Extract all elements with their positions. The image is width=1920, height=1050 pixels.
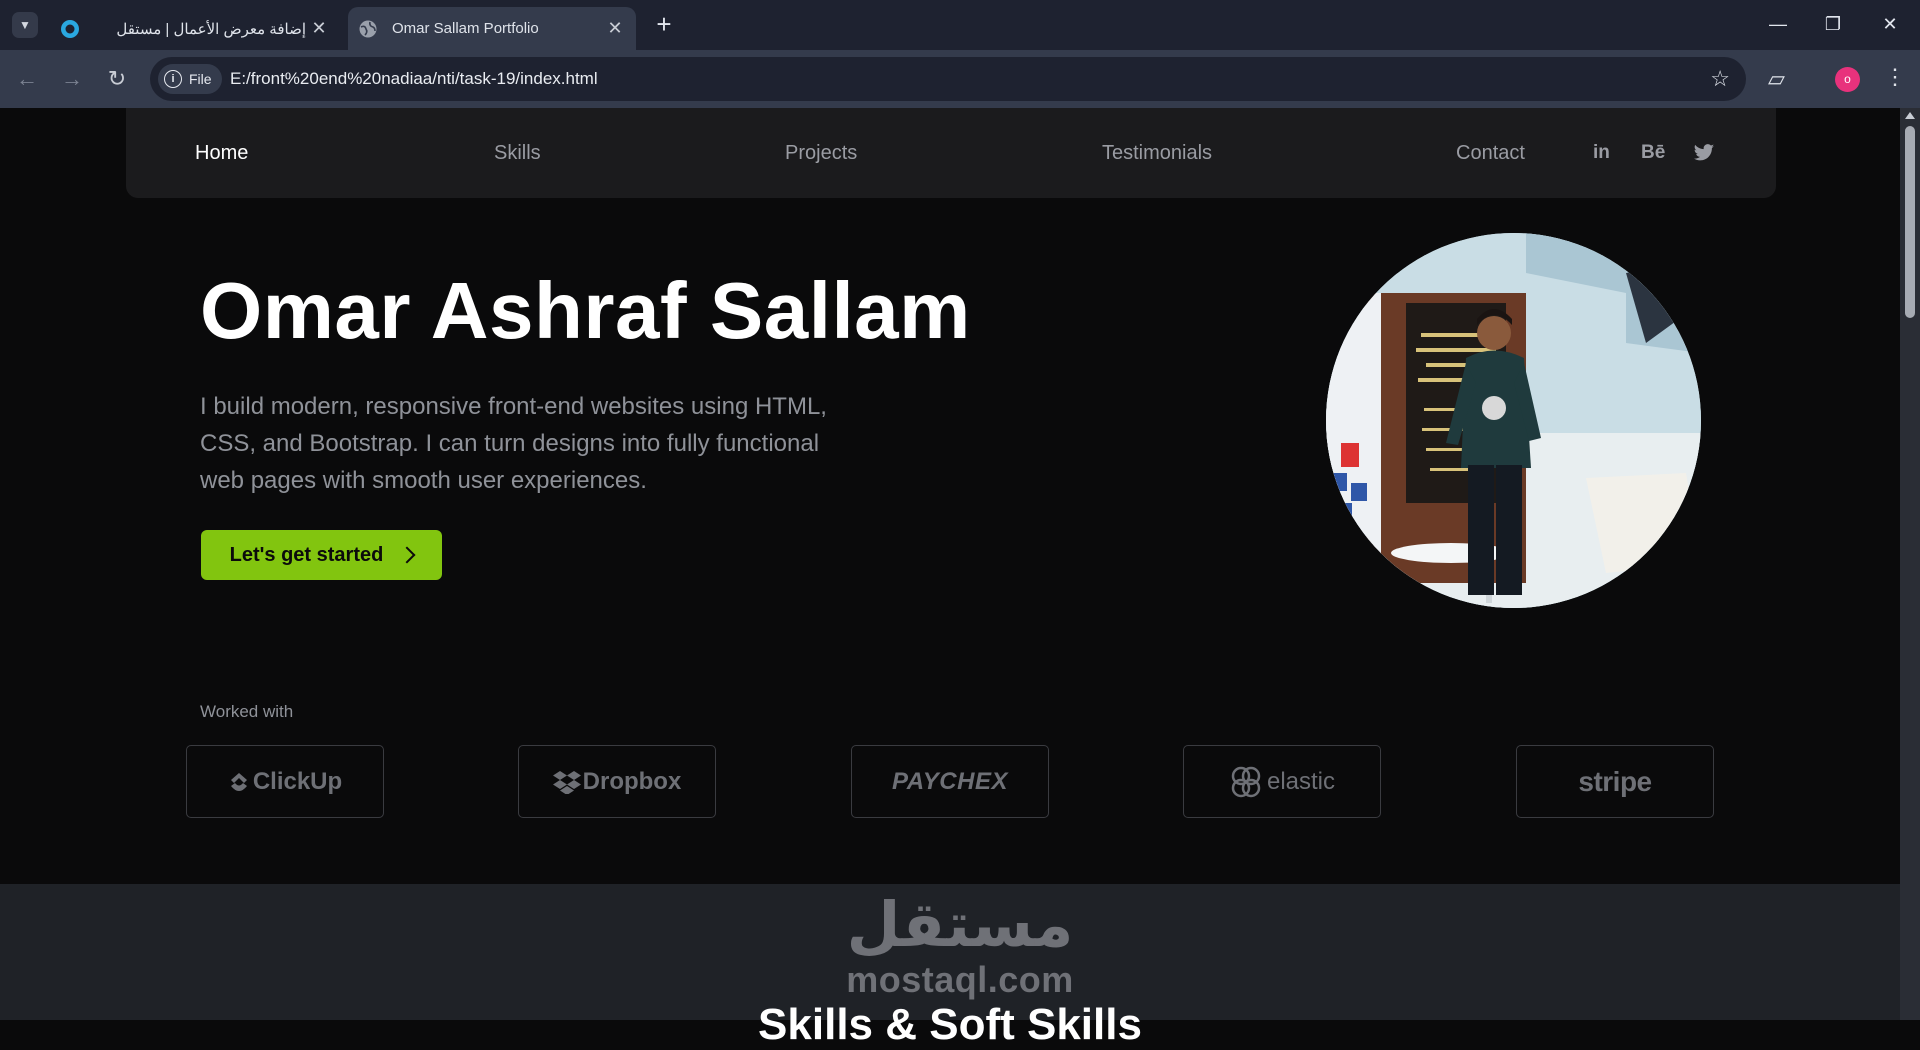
window-close-icon[interactable]: ✕ — [1870, 8, 1910, 40]
stripe-logo-card: stripe — [1516, 745, 1714, 818]
watermark-arabic: مستقل — [846, 888, 1074, 961]
scroll-thumb[interactable] — [1905, 126, 1915, 318]
browser-tab-strip: ▼ إضافة معرض الأعمال | مستقل ✕ Omar Sall… — [0, 0, 1920, 50]
elastic-logo-card: elastic — [1183, 745, 1381, 818]
scroll-up-arrow-icon[interactable] — [1905, 112, 1915, 119]
address-bar[interactable]: i File E:/front%20end%20nadiaa/nti/task-… — [150, 57, 1746, 101]
profile-photo — [1326, 233, 1701, 608]
nav-link-testimonials[interactable]: Testimonials — [1102, 142, 1212, 165]
clickup-wordmark: ClickUp — [252, 767, 343, 795]
nav-link-projects[interactable]: Projects — [785, 142, 857, 165]
new-tab-icon[interactable]: + — [650, 10, 678, 40]
dropbox-logo-card: Dropbox — [518, 745, 716, 818]
dropbox-wordmark: Dropbox — [582, 767, 682, 795]
tab-portfolio[interactable]: Omar Sallam Portfolio ✕ — [348, 7, 636, 50]
behance-icon[interactable]: Bē — [1641, 142, 1665, 164]
globe-icon — [359, 20, 377, 37]
forward-arrow-icon[interactable]: → — [57, 64, 87, 94]
paychex-logo-card: PAYCHEX — [851, 745, 1049, 818]
page-scrollbar[interactable] — [1900, 108, 1920, 1020]
get-started-label: Let's get started — [229, 543, 384, 566]
nav-link-home[interactable]: Home — [195, 142, 248, 165]
nav-link-skills[interactable]: Skills — [494, 142, 541, 165]
tab-mostaql[interactable]: إضافة معرض الأعمال | مستقل ✕ — [50, 7, 340, 50]
profile-avatar[interactable]: o — [1835, 67, 1860, 92]
skills-section-heading: Skills & Soft Skills — [758, 1000, 1142, 1049]
stripe-wordmark: stripe — [1578, 765, 1652, 797]
close-tab-icon[interactable]: ✕ — [306, 18, 332, 39]
minimize-icon[interactable]: — — [1758, 8, 1798, 40]
browser-toolbar: ← → ↻ i File E:/front%20end%20nadiaa/nti… — [0, 50, 1920, 108]
mostaql-favicon-icon — [61, 19, 79, 38]
clickup-logo-card: ClickUp — [186, 745, 384, 818]
elastic-icon — [1231, 766, 1261, 797]
site-info-chip[interactable]: i File — [158, 64, 222, 94]
linkedin-icon[interactable]: in — [1593, 142, 1610, 164]
watermark-latin: mostaql.com — [846, 959, 1074, 1000]
mostaql-watermark: مستقل mostaql.com — [840, 890, 1080, 1000]
tab-search-chevron-icon[interactable]: ▼ — [12, 12, 38, 38]
tab-title: إضافة معرض الأعمال | مستقل — [116, 20, 306, 38]
get-started-button[interactable]: Let's get started — [201, 530, 442, 580]
tab-title: Omar Sallam Portfolio — [392, 20, 539, 37]
url-text[interactable]: E:/front%20end%20nadiaa/nti/task-19/inde… — [230, 69, 598, 89]
bookmark-star-icon[interactable]: ☆ — [1710, 66, 1730, 92]
twitter-icon[interactable] — [1693, 143, 1715, 163]
scheme-label: File — [189, 71, 212, 87]
close-tab-icon[interactable]: ✕ — [602, 18, 628, 39]
paychex-wordmark: PAYCHEX — [892, 767, 1008, 795]
elastic-wordmark: elastic — [1266, 767, 1336, 795]
hero-name: Omar Ashraf Sallam — [200, 266, 971, 355]
dropbox-icon — [552, 770, 581, 794]
hero-description: I build modern, responsive front-end web… — [200, 393, 827, 494]
site-navbar: Home Skills Projects Testimonials Contac… — [126, 108, 1776, 198]
chevron-right-icon — [398, 546, 416, 564]
back-arrow-icon[interactable]: ← — [12, 64, 42, 94]
more-menu-icon[interactable]: ⋮ — [1884, 64, 1906, 90]
extensions-puzzle-icon[interactable]: ▱ — [1768, 66, 1785, 92]
restore-icon[interactable]: ❐ — [1813, 8, 1853, 40]
clickup-icon — [230, 772, 247, 791]
info-icon: i — [164, 70, 182, 88]
reload-icon[interactable]: ↻ — [102, 64, 132, 94]
nav-link-contact[interactable]: Contact — [1456, 142, 1525, 165]
worked-with-label: Worked with — [200, 702, 294, 721]
